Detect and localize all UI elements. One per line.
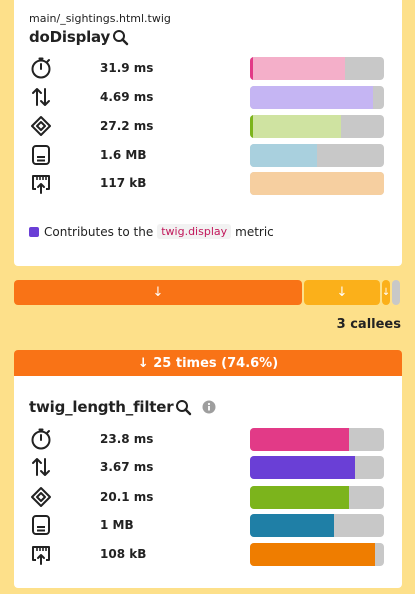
caller-title-row: doDisplay [29, 28, 129, 46]
call-times-header[interactable]: ↓ 25 times (74.6%) [14, 350, 402, 376]
stopwatch-icon [29, 427, 53, 451]
memory-icon [29, 143, 53, 167]
up-down-arrows-icon [29, 85, 53, 109]
metric-value: 23.8 ms [100, 432, 154, 446]
magnifier-icon[interactable] [112, 29, 129, 46]
metric-bar-fill [250, 427, 350, 451]
metric-row: 4.69 ms [29, 85, 385, 109]
metric-bar [250, 427, 384, 451]
callee-title-row: twig_length_filter [29, 398, 216, 416]
metric-bar-fill [250, 542, 375, 566]
metric-bar-fill [250, 485, 350, 509]
callees-count: 3 callees [336, 317, 401, 332]
metric-bar [250, 455, 384, 479]
caller-card: main/_sightings.html.twig doDisplay 31.9… [14, 0, 402, 266]
metric-bar-fill [250, 114, 342, 138]
metric-bar-marker [250, 56, 253, 80]
caller-function-name[interactable]: doDisplay [29, 28, 110, 46]
down-arrow-icon: ↓ [336, 285, 348, 300]
metric-bar [250, 542, 384, 566]
metric-row: 1 MB [29, 513, 385, 537]
metric-bar-marker [250, 114, 253, 138]
callee-share-bar-2[interactable]: ↓ [304, 280, 380, 305]
down-arrow-icon: ↓ [152, 285, 164, 300]
metric-bar [250, 485, 384, 509]
metric-value: 20.1 ms [100, 490, 154, 504]
magnifier-icon[interactable] [175, 399, 192, 416]
callee-share-bar-1[interactable]: ↓ [14, 280, 302, 305]
legend-swatch [29, 226, 39, 237]
metric-value: 117 kB [100, 176, 147, 190]
metric-value: 4.69 ms [100, 90, 154, 104]
callee-share-bar-3[interactable]: ↓ [382, 280, 390, 305]
callee-card: twig_length_filter 23.8 ms 3.67 ms 20.1 ms… [14, 376, 402, 588]
metric-row: 27.2 ms [29, 114, 385, 138]
stopwatch-icon [29, 56, 53, 80]
cpu-chip-icon [29, 485, 53, 509]
network-upload-icon [29, 171, 53, 195]
metric-bar-fill [250, 455, 355, 479]
metric-bar [250, 171, 384, 195]
metric-row: 108 kB [29, 542, 385, 566]
metric-bar [250, 513, 384, 537]
metric-row: 31.9 ms [29, 56, 385, 80]
metric-row: 20.1 ms [29, 485, 385, 509]
metric-value: 108 kB [100, 547, 147, 561]
template-path: main/_sightings.html.twig [29, 12, 171, 25]
up-down-arrows-icon [29, 455, 53, 479]
metric-value: 27.2 ms [100, 119, 154, 133]
metric-row: 23.8 ms [29, 427, 385, 451]
metric-value: 1.6 MB [100, 148, 147, 162]
metric-bar-fill [250, 513, 335, 537]
metric-bar-fill [250, 56, 346, 80]
metric-row: 117 kB [29, 171, 385, 195]
metric-bar [250, 114, 384, 138]
metric-row: 1.6 MB [29, 143, 385, 167]
legend-prefix: Contributes to the [44, 224, 154, 239]
callee-function-name[interactable]: twig_length_filter [29, 398, 174, 416]
metric-value: 3.67 ms [100, 460, 154, 474]
network-upload-icon [29, 542, 53, 566]
metric-bar [250, 143, 384, 167]
metric-bar-fill [250, 171, 384, 195]
metric-bar-fill [250, 85, 374, 109]
metric-bar [250, 56, 384, 80]
memory-icon [29, 513, 53, 537]
callee-share-bar-rest[interactable] [392, 280, 400, 305]
metric-bar [250, 85, 384, 109]
legend-suffix: metric [235, 224, 274, 239]
metric-row: 3.67 ms [29, 455, 385, 479]
metric-value: 31.9 ms [100, 61, 154, 75]
down-arrow-icon: ↓ [381, 287, 391, 298]
info-icon[interactable] [202, 400, 216, 414]
metric-value: 1 MB [100, 518, 134, 532]
metric-bar-fill [250, 143, 317, 167]
cpu-chip-icon [29, 114, 53, 138]
metric-legend: Contributes to the twig.display metric [29, 224, 274, 239]
legend-metric-name[interactable]: twig.display [157, 224, 232, 239]
